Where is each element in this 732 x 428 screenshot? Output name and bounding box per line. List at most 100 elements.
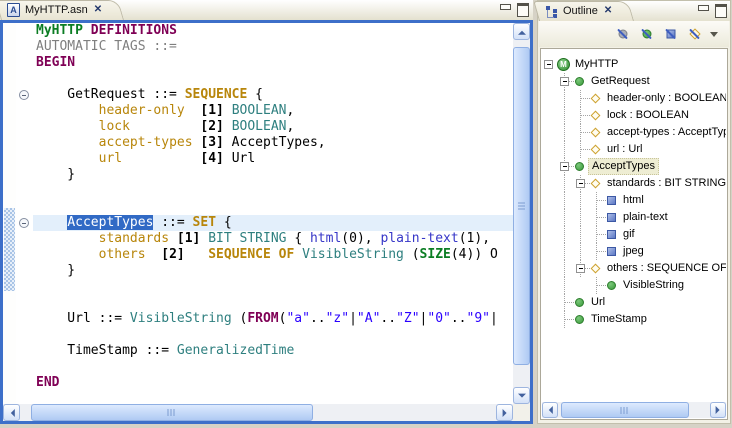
- editor-vertical-scrollbar[interactable]: [513, 23, 530, 404]
- code-line: AcceptTypes ::= SET {: [33, 215, 498, 231]
- code-line: lock [2] BOOLEAN,: [33, 119, 498, 135]
- outline-view-icon: [545, 5, 558, 18]
- tree-collapse-icon[interactable]: [576, 264, 585, 273]
- tree-item-label: Url: [588, 294, 608, 311]
- horizontal-scroll-thumb[interactable]: [31, 404, 313, 421]
- field-icon: [589, 109, 602, 122]
- value-icon: [605, 211, 618, 224]
- hide-fields-filter-icon[interactable]: [686, 26, 703, 43]
- tree-item-label: jpeg: [620, 243, 647, 260]
- tree-item[interactable]: MMyHTTP: [542, 56, 726, 73]
- code-line: }: [33, 263, 498, 279]
- code-line: Url ::= VisibleString (FROM("a".."z"|"A"…: [33, 311, 498, 327]
- tree-collapse-icon[interactable]: [560, 77, 569, 86]
- editor-tabstrip: A MyHTTP.asn ✕: [0, 0, 533, 20]
- tree-guide-line: [564, 243, 565, 260]
- code-line: others [2] SEQUENCE OF VisibleString (SI…: [33, 247, 498, 263]
- outline-toolbar: [539, 21, 729, 47]
- maximize-icon[interactable]: [516, 3, 528, 14]
- scroll-right-icon[interactable]: [496, 404, 513, 421]
- horizontal-scroll-thumb[interactable]: [561, 402, 689, 418]
- tree-item[interactable]: header-only : BOOLEAN: [542, 90, 726, 107]
- fold-collapse-icon[interactable]: [19, 218, 29, 228]
- scroll-up-icon[interactable]: [513, 23, 530, 40]
- code-line: url [4] Url: [33, 151, 498, 167]
- outline-horizontal-scrollbar[interactable]: [542, 402, 726, 418]
- close-icon[interactable]: ✕: [604, 6, 612, 16]
- code-line: GetRequest ::= SEQUENCE {: [33, 87, 498, 103]
- fold-collapse-icon[interactable]: [19, 90, 29, 100]
- scrollbar-corner: [513, 404, 530, 421]
- tree-guide-line: [580, 226, 581, 243]
- value-icon: [605, 245, 618, 258]
- tree-item[interactable]: AcceptTypes: [542, 158, 726, 175]
- tree-item-label: GetRequest: [588, 73, 653, 90]
- scroll-left-icon[interactable]: [3, 404, 20, 421]
- editor-tab-title: MyHTTP.asn: [25, 4, 88, 16]
- tree-item-label: others : SEQUENCE OF: [604, 260, 726, 277]
- tree-guide-line: [564, 226, 565, 243]
- tree-item[interactable]: VisibleString: [542, 277, 726, 294]
- tree-item[interactable]: plain-text: [542, 209, 726, 226]
- field-icon: [589, 177, 602, 190]
- tree-item[interactable]: Url: [542, 294, 726, 311]
- outline-tab-title: Outline: [563, 5, 598, 17]
- hide-types-filter-icon[interactable]: [638, 26, 655, 43]
- tree-collapse-icon[interactable]: [544, 60, 553, 69]
- tree-item[interactable]: others : SEQUENCE OF: [542, 260, 726, 277]
- outline-view: Outline ✕ MMyHTTPGetRequestheader-only :…: [537, 0, 731, 424]
- tree-item[interactable]: gif: [542, 226, 726, 243]
- module-icon: M: [557, 58, 570, 71]
- tree-collapse-icon[interactable]: [560, 162, 569, 171]
- editor-tab-myhttp[interactable]: A MyHTTP.asn ✕: [1, 0, 110, 20]
- tree-item-label: url : Url: [604, 141, 645, 158]
- annotation-ruler: [3, 23, 16, 404]
- tree-collapse-icon[interactable]: [576, 179, 585, 188]
- view-menu-icon[interactable]: [710, 26, 719, 43]
- tree-item[interactable]: jpeg: [542, 243, 726, 260]
- tree-item[interactable]: TimeStamp: [542, 311, 726, 328]
- tree-guide-line: [580, 192, 581, 209]
- maximize-icon[interactable]: [714, 4, 726, 15]
- scroll-down-icon[interactable]: [513, 387, 530, 404]
- active-editor-border: MyHTTP DEFINITIONSAUTOMATIC TAGS ::=BEGI…: [0, 20, 533, 424]
- field-icon: [589, 92, 602, 105]
- tree-item[interactable]: html: [542, 192, 726, 209]
- minimize-icon[interactable]: [499, 3, 511, 14]
- scroll-right-icon[interactable]: [710, 402, 726, 418]
- folding-ruler: [16, 23, 33, 404]
- outline-tabstrip: Outline ✕: [538, 1, 730, 21]
- tree-item[interactable]: GetRequest: [542, 73, 726, 90]
- tree-guide-line: [564, 277, 565, 294]
- type-icon: [573, 75, 586, 88]
- tree-item-label: MyHTTP: [572, 56, 621, 73]
- tree-guide-line: [564, 141, 565, 158]
- tree-guide-line: [564, 124, 565, 141]
- outline-tree: MMyHTTPGetRequestheader-only : BOOLEANlo…: [542, 50, 726, 402]
- tree-item[interactable]: url : Url: [542, 141, 726, 158]
- field-icon: [589, 262, 602, 275]
- code-line: }: [33, 167, 498, 183]
- asn-file-icon: A: [7, 3, 20, 17]
- tree-item[interactable]: accept-types : AcceptTypes: [542, 124, 726, 141]
- tree-item[interactable]: standards : BIT STRING: [542, 175, 726, 192]
- minimize-icon[interactable]: [697, 4, 709, 15]
- code-line: AUTOMATIC TAGS ::=: [33, 39, 498, 55]
- close-icon[interactable]: ✕: [94, 5, 102, 15]
- editor-horizontal-scrollbar[interactable]: [3, 404, 513, 421]
- vertical-scroll-thumb[interactable]: [513, 47, 530, 365]
- tree-guide-line: [580, 209, 581, 226]
- code-line: [33, 279, 498, 295]
- code-line: header-only [1] BOOLEAN,: [33, 103, 498, 119]
- hide-modules-filter-icon[interactable]: [614, 26, 631, 43]
- field-icon: [589, 126, 602, 139]
- tree-item[interactable]: lock : BOOLEAN: [542, 107, 726, 124]
- hide-values-filter-icon[interactable]: [662, 26, 679, 43]
- tree-item-label: html: [620, 192, 647, 209]
- scroll-left-icon[interactable]: [542, 402, 558, 418]
- outline-tab[interactable]: Outline ✕: [539, 1, 620, 21]
- tree-item-label: accept-types : AcceptTypes: [604, 124, 726, 141]
- tree-item-label: AcceptTypes: [588, 158, 659, 175]
- code-editor[interactable]: MyHTTP DEFINITIONSAUTOMATIC TAGS ::=BEGI…: [33, 23, 513, 404]
- tree-item-label: VisibleString: [620, 277, 687, 294]
